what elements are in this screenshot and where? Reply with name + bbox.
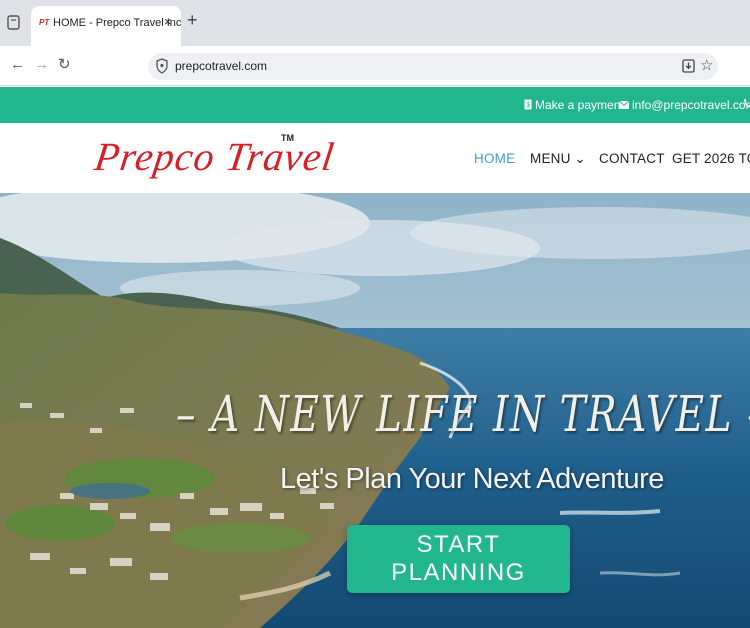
hero-banner: – A NEW LIFE IN TRAVEL – Let's Plan Your… <box>0 193 750 628</box>
nav-menu[interactable]: MENU ⌄ <box>530 151 586 167</box>
nav-get-2026-tour[interactable]: GET 2026 TOUR <box>672 151 750 166</box>
browser-tab-strip: PT HOME - Prepco Travel Inc × + <box>0 0 750 46</box>
contact-strip: $ Make a payment info@prepcotravel.com <box>0 87 750 123</box>
envelope-icon <box>618 98 630 112</box>
make-payment-link[interactable]: $ Make a payment <box>524 98 624 112</box>
download-icon[interactable] <box>682 59 695 73</box>
reload-icon[interactable]: ↻ <box>58 55 71 75</box>
tab-title: HOME - Prepco Travel Inc <box>53 17 182 29</box>
site-logo[interactable]: Prepco Travel <box>92 133 338 180</box>
trademark-mark: TM <box>281 133 294 143</box>
start-planning-button[interactable]: START PLANNING <box>347 525 570 593</box>
back-icon[interactable]: ← <box>10 55 25 75</box>
nav-contact[interactable]: CONTACT <box>599 151 665 166</box>
email-label: info@prepcotravel.com <box>632 98 750 112</box>
browser-toolbar: ← → ↻ prepcotravel.com ☆ <box>0 46 750 86</box>
url-text[interactable]: prepcotravel.com <box>175 59 267 73</box>
tab-search-icon[interactable] <box>7 14 21 32</box>
nav-home[interactable]: HOME <box>474 151 515 166</box>
site-header: Prepco Travel TM HOME MENU ⌄ CONTACT GET… <box>0 123 750 193</box>
hero-headline: – A NEW LIFE IN TRAVEL – <box>176 385 750 443</box>
close-tab-icon[interactable]: × <box>164 14 172 29</box>
bookmark-star-icon[interactable]: ☆ <box>700 56 713 74</box>
hero-subheadline: Let's Plan Your Next Adventure <box>280 463 664 495</box>
svg-text:$: $ <box>526 102 530 109</box>
site-info-icon[interactable] <box>155 58 169 74</box>
email-link[interactable]: info@prepcotravel.com <box>618 98 750 112</box>
new-tab-button[interactable]: + <box>187 11 198 29</box>
phone-icon[interactable] <box>743 98 750 112</box>
address-bar[interactable]: prepcotravel.com ☆ <box>148 53 718 80</box>
make-payment-label: Make a payment <box>535 98 624 112</box>
browser-tab[interactable]: PT HOME - Prepco Travel Inc × <box>31 6 181 46</box>
forward-icon[interactable]: → <box>34 55 49 75</box>
site-favicon-icon: PT <box>39 18 50 27</box>
receipt-icon: $ <box>524 98 532 112</box>
